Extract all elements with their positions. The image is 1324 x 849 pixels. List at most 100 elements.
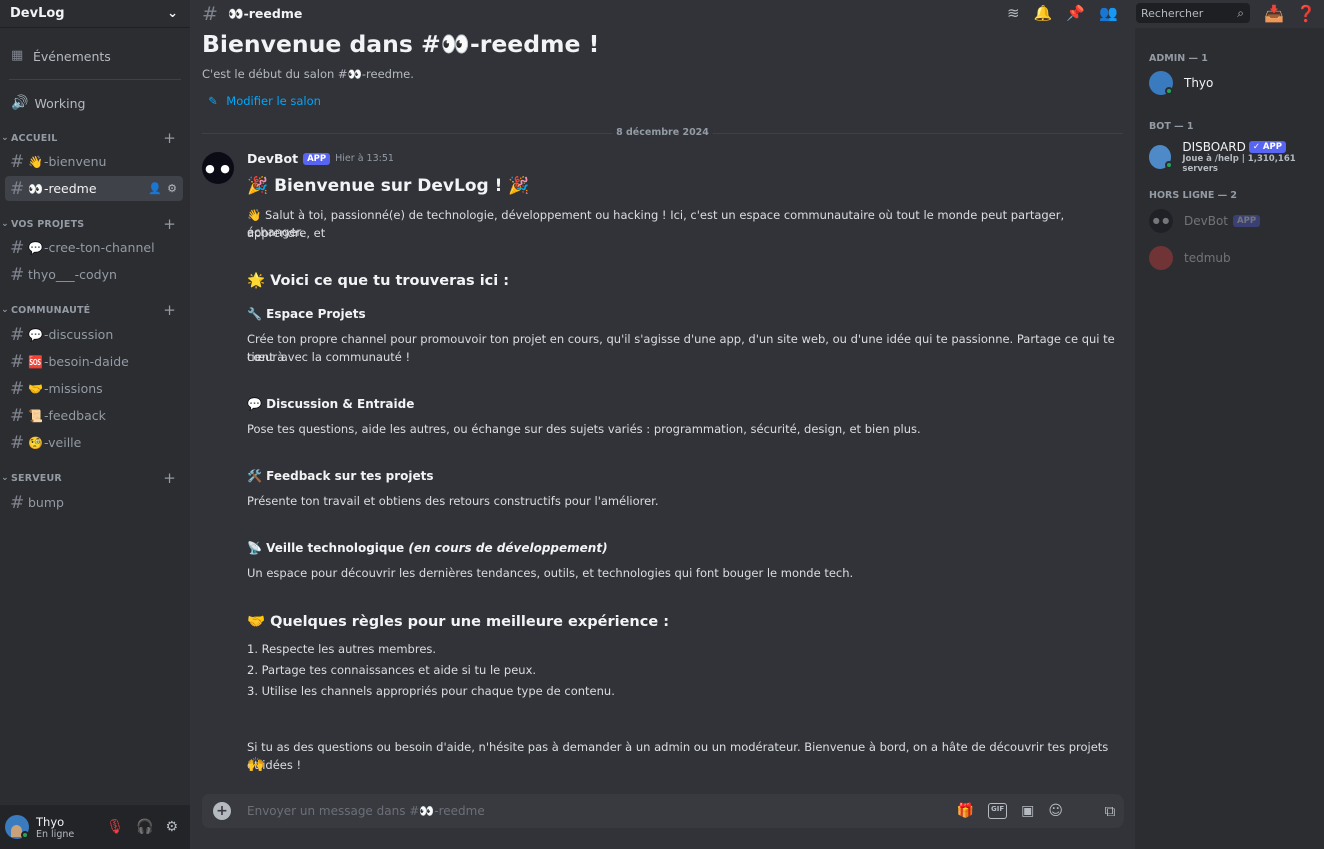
date-label: 8 décembre 2024 (612, 127, 713, 138)
edit-channel-label: Modifier le salon (226, 94, 321, 108)
user-avatar[interactable] (5, 815, 29, 839)
outro-emoji: 🙌 (247, 757, 265, 773)
member-name: DISBOARD (1182, 140, 1246, 154)
channel-emoji: 🧐 (28, 435, 43, 450)
sticker-icon[interactable]: ▣ (1021, 803, 1034, 819)
bot-header: BOT — 1 (1149, 121, 1194, 132)
discussion-heading: 💬 Discussion & Entraide (247, 397, 415, 411)
member-list-icon[interactable]: 👥 (1099, 4, 1118, 22)
hash-icon: # (10, 237, 25, 258)
rule-2: 2. Partage tes connaissances et aide si … (247, 663, 537, 677)
apps-icon[interactable]: ⧉ (1096, 796, 1124, 826)
search-placeholder: Rechercher (1141, 6, 1204, 20)
add-channel-icon[interactable]: + (163, 301, 176, 319)
events-item[interactable]: ▦ Événements (4, 42, 186, 70)
chevron-down-icon: ⌄ (1, 219, 9, 229)
hash-icon: # (10, 378, 25, 399)
rules-heading: 🤝 Quelques règles pour une meilleure exp… (247, 614, 670, 630)
category-accueil[interactable]: ⌄ ACCUEIL + (0, 129, 190, 147)
search-icon: ⌕ (1237, 5, 1244, 20)
avatar (1149, 71, 1173, 95)
member-tedmub[interactable]: tedmub (1149, 246, 1231, 270)
user-status: En ligne (36, 828, 75, 840)
chat-area: Bienvenue dans #👀-reedme ! C'est le débu… (190, 0, 1135, 849)
hash-icon: # (10, 432, 25, 453)
channel-discussion[interactable]: # 💬 -discussion (5, 322, 183, 347)
mic-muted-icon[interactable]: 🎙 (106, 819, 124, 835)
add-channel-icon[interactable]: + (163, 469, 176, 487)
verified-app-badge: ✓ APP (1248, 141, 1286, 153)
veille-title: 📡 Veille technologique (247, 541, 405, 555)
inbox-icon[interactable]: 📥 (1264, 4, 1284, 23)
rule-1: 1. Respecte les autres membres. (247, 642, 437, 656)
voice-channel-working[interactable]: 🔊 Working (4, 89, 186, 117)
category-serveur[interactable]: ⌄ SERVEUR + (0, 469, 190, 487)
invite-icon[interactable]: 👤 (148, 182, 162, 195)
message-intro-line2: échanger. (247, 225, 304, 239)
veille-note: (en cours de développement) (408, 541, 608, 555)
channel-thyo-codyn[interactable]: # thyo___-codyn (5, 262, 183, 287)
channel-label: -feedback (43, 408, 106, 423)
member-devbot[interactable]: ● ● DevBot APP (1149, 209, 1261, 233)
headphones-icon[interactable]: 🎧 (136, 819, 153, 835)
avatar (1149, 145, 1173, 169)
discord-window: DevLog ⌄ ▦ Événements 🔊 Working ⌄ ACCUEI… (0, 0, 1324, 849)
veille-heading: 📡 Veille technologique (en cours de déve… (247, 541, 608, 555)
threads-icon[interactable]: ≋ (1007, 4, 1020, 22)
channel-bump[interactable]: # bump (5, 490, 183, 515)
member-thyo[interactable]: Thyo (1149, 71, 1213, 95)
discussion-text: Pose tes questions, aide les autres, ou … (247, 422, 921, 436)
member-activity: Joue à /help | 1,310,161 servers (1182, 154, 1296, 174)
channel-bienvenu[interactable]: # 👋 -bienvenu (5, 149, 183, 174)
hash-icon: # (10, 151, 25, 172)
message-header: DevBot APP Hier à 13:51 (247, 151, 394, 166)
gift-icon[interactable]: 🎁 (957, 803, 974, 819)
emoji-icon[interactable]: ☺ (1048, 803, 1063, 819)
category-vos-projets[interactable]: ⌄ VOS PROJETS + (0, 215, 190, 233)
channel-label: bump (28, 495, 64, 510)
help-icon[interactable]: ❓ (1296, 4, 1316, 23)
chevron-down-icon: ⌄ (1, 305, 9, 315)
gear-icon[interactable]: ⚙ (165, 819, 178, 835)
hash-icon: # (10, 492, 25, 513)
member-disboard[interactable]: DISBOARD ✓ APP Joue à /help | 1,310,161 … (1149, 140, 1324, 174)
message-author[interactable]: DevBot (247, 151, 298, 166)
add-attachment-icon[interactable]: + (213, 802, 231, 820)
gear-icon[interactable]: ⚙ (167, 182, 177, 195)
bell-icon[interactable]: 🔔 (1034, 4, 1053, 22)
channel-emoji: 📜 (28, 408, 43, 423)
avatar: ● ● (1149, 209, 1173, 233)
channel-veille[interactable]: # 🧐 -veille (5, 430, 183, 455)
channel-reedme[interactable]: # 👀 -reedme 👤 ⚙ (5, 176, 183, 201)
projets-heading: 🔧 Espace Projets (247, 307, 366, 321)
message-title: 🎉 Bienvenue sur DevLog ! 🎉 (247, 176, 530, 196)
add-channel-icon[interactable]: + (163, 215, 176, 233)
add-channel-icon[interactable]: + (163, 129, 176, 147)
pin-icon[interactable]: 📌 (1066, 4, 1085, 22)
admin-header: ADMIN — 1 (1149, 53, 1208, 64)
category-communaute[interactable]: ⌄ COMMUNAUTÉ + (0, 301, 190, 319)
channel-feedback[interactable]: # 📜 -feedback (5, 403, 183, 428)
message-avatar[interactable]: ● ● (202, 152, 234, 184)
channel-emoji: 🤝 (28, 381, 43, 396)
member-list: ADMIN — 1 Thyo BOT — 1 DISBOARD ✓ APP Jo… (1135, 28, 1324, 849)
channel-sidebar: DevLog ⌄ ▦ Événements 🔊 Working ⌄ ACCUEI… (0, 0, 190, 849)
message-composer[interactable]: + Envoyer un message dans #👀-reedme 🎁 GI… (202, 794, 1123, 828)
composer-placeholder[interactable]: Envoyer un message dans #👀-reedme (247, 804, 485, 818)
edit-channel-link[interactable]: ✎ Modifier le salon (208, 94, 321, 108)
category-label: VOS PROJETS (11, 218, 85, 230)
avatar (1149, 246, 1173, 270)
date-divider: 8 décembre 2024 (202, 127, 1123, 138)
pencil-icon: ✎ (208, 94, 218, 108)
feedback-heading: 🛠️ Feedback sur tes projets (247, 469, 434, 483)
channel-label: -reedme (43, 181, 97, 196)
channel-cree-ton-channel[interactable]: # 💬 -cree-ton-channel (5, 235, 183, 260)
channel-besoin-daide[interactable]: # 🆘 -besoin-daide (5, 349, 183, 374)
category-label: SERVEUR (11, 472, 62, 484)
gif-icon[interactable]: GIF (988, 803, 1008, 819)
channel-missions[interactable]: # 🤝 -missions (5, 376, 183, 401)
search-input[interactable]: Rechercher ⌕ (1136, 3, 1250, 23)
divider (9, 79, 181, 80)
hash-icon: # (202, 3, 218, 25)
chevron-down-icon: ⌄ (1, 473, 9, 483)
